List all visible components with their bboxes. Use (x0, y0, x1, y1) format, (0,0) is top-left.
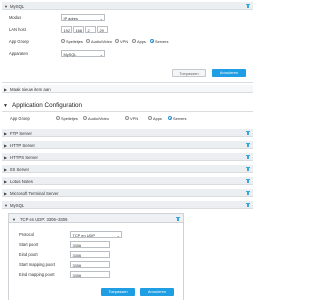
create-item-label: Maak nieuw item aan (10, 87, 51, 92)
app-row-http-server[interactable]: ▶ HTTP Server (2, 141, 253, 149)
modus-value: IP adres (63, 16, 78, 21)
app-row-mysql[interactable]: ▼ MySQL (2, 201, 253, 209)
start-port-input[interactable]: 3306 (70, 241, 110, 248)
radio-label-servers: Servers (155, 39, 169, 44)
chevron-down-icon: ⌄ (116, 233, 120, 238)
caret-right-icon: ▶ (4, 142, 8, 148)
lan-host-label: LAN host (9, 27, 26, 32)
app-row-label: Microsoft Terminal Server (10, 191, 59, 196)
app-row-https-server[interactable]: ▶ HTTPS Server (2, 153, 253, 161)
caret-right-icon: ▶ (4, 130, 8, 136)
app-config-group-label: App Groep (10, 116, 30, 121)
app-row-lotus-notes[interactable]: ▶ Lotus Notes (2, 177, 253, 185)
caret-down-icon: ▼ (4, 202, 8, 208)
delete-icon[interactable] (246, 3, 250, 9)
caret-right-icon: ▶ (4, 86, 8, 92)
end-port-label: Eind poort (19, 252, 38, 257)
config-radio-label-audio-video: Audio/Video (88, 116, 109, 121)
config-radio-vpn[interactable] (125, 116, 129, 121)
radio-label-apps: Apps (137, 39, 146, 44)
radio-label-spelletjes: Spelletjes (66, 39, 83, 44)
mysql-panel-title: MySQL (10, 4, 25, 9)
rule-annuleren-button[interactable]: Annuleren (140, 288, 174, 296)
delete-icon[interactable] (246, 190, 250, 196)
start-mapping-port-label: Start mapping poort (19, 262, 55, 267)
modus-select[interactable]: IP adres ⌄ (61, 14, 105, 21)
config-radio-servers[interactable] (168, 116, 172, 121)
mysql-panel-header[interactable]: ▼ MySQL (2, 2, 253, 10)
end-port-input[interactable]: 3306 (70, 251, 110, 258)
delete-icon[interactable] (246, 178, 250, 184)
chevron-down-icon: ⌄ (99, 52, 103, 57)
config-radio-label-servers: Servers (173, 116, 187, 121)
radio-apps[interactable] (132, 39, 136, 44)
config-radio-label-apps: Apps (153, 116, 162, 121)
app-row-iis-server[interactable]: ▶ IIS Server (2, 165, 253, 173)
radio-servers[interactable] (150, 39, 154, 44)
app-config-title: Application Configuration (12, 102, 83, 109)
lan-host-octet-2[interactable]: 168 (73, 26, 84, 33)
config-radio-spelletjes[interactable] (56, 116, 60, 121)
end-mapping-port-input[interactable]: 3306 (70, 271, 110, 278)
lan-host-octet-1[interactable]: 192 (61, 26, 72, 33)
rule-header[interactable]: ▼ TCP en UDP: 3306–3306 (8, 213, 184, 223)
radio-vpn[interactable] (115, 39, 119, 44)
start-mapping-port-input[interactable]: 3306 (70, 261, 110, 268)
delete-icon[interactable] (246, 202, 250, 208)
rule-toepassen-button[interactable]: Toepassen (101, 288, 135, 296)
chevron-down-icon: ⌄ (99, 16, 103, 21)
app-row-label: HTTPS Server (10, 155, 38, 160)
app-row-label: HTTP Server (10, 143, 35, 148)
lan-host-octet-4[interactable]: 29 (97, 26, 108, 33)
caret-down-icon: ▼ (12, 216, 16, 222)
delete-icon[interactable] (246, 154, 250, 160)
config-radio-apps[interactable] (148, 116, 152, 121)
radio-audio-video[interactable] (86, 39, 90, 44)
radio-label-vpn: VPN (120, 39, 128, 44)
annuleren-button[interactable]: Annuleren (212, 69, 246, 77)
apparaten-label: Apparaten (9, 51, 28, 56)
app-row-label: MySQL (10, 203, 25, 208)
caret-right-icon: ▶ (4, 190, 8, 196)
divider (2, 111, 253, 112)
delete-icon[interactable] (246, 166, 250, 172)
delete-icon[interactable] (246, 142, 250, 148)
app-row-ftp-server[interactable]: ▶ FTP Server (2, 129, 253, 137)
rule-title: TCP en UDP: 3306–3306 (20, 216, 68, 222)
apparaten-select[interactable]: MySQL ⌄ (61, 50, 105, 57)
delete-icon[interactable] (246, 130, 250, 136)
radio-label-audio-video: Audio/Video (91, 39, 112, 44)
caret-right-icon: ▶ (4, 154, 8, 160)
create-item-row[interactable]: ▶ Maak nieuw item aan (2, 85, 253, 93)
delete-icon[interactable] (176, 216, 180, 222)
radio-spelletjes[interactable] (61, 39, 65, 44)
toepassen-button[interactable]: Toepassen (172, 69, 206, 77)
protocol-label: Protocol (19, 232, 35, 237)
lan-host-octet-3[interactable]: 2 (85, 26, 96, 33)
app-group-label: App Groep (9, 39, 29, 44)
app-row-label: FTP Server (10, 131, 32, 136)
caret-right-icon: ▶ (4, 178, 8, 184)
config-radio-label-spelletjes: Spelletjes (61, 116, 78, 121)
protocol-select[interactable]: TCP en UDP ⌄ (70, 231, 122, 238)
caret-down-icon: ▼ (3, 103, 8, 109)
protocol-value: TCP en UDP (72, 233, 95, 238)
app-row-label: Lotus Notes (10, 179, 33, 184)
config-radio-audio-video[interactable] (83, 116, 87, 121)
app-row-microsoft-terminal-server[interactable]: ▶ Microsoft Terminal Server (2, 189, 253, 197)
caret-down-icon: ▼ (4, 3, 8, 9)
config-radio-label-vpn: VPN (130, 116, 138, 121)
app-row-label: IIS Server (10, 167, 30, 172)
end-mapping-port-label: Eind mapping poort (19, 272, 55, 277)
divider (2, 82, 253, 83)
apparaten-value: MySQL (63, 52, 77, 57)
caret-right-icon: ▶ (4, 166, 8, 172)
start-port-label: Start poort (19, 242, 39, 247)
modus-label: Modus (9, 15, 22, 20)
